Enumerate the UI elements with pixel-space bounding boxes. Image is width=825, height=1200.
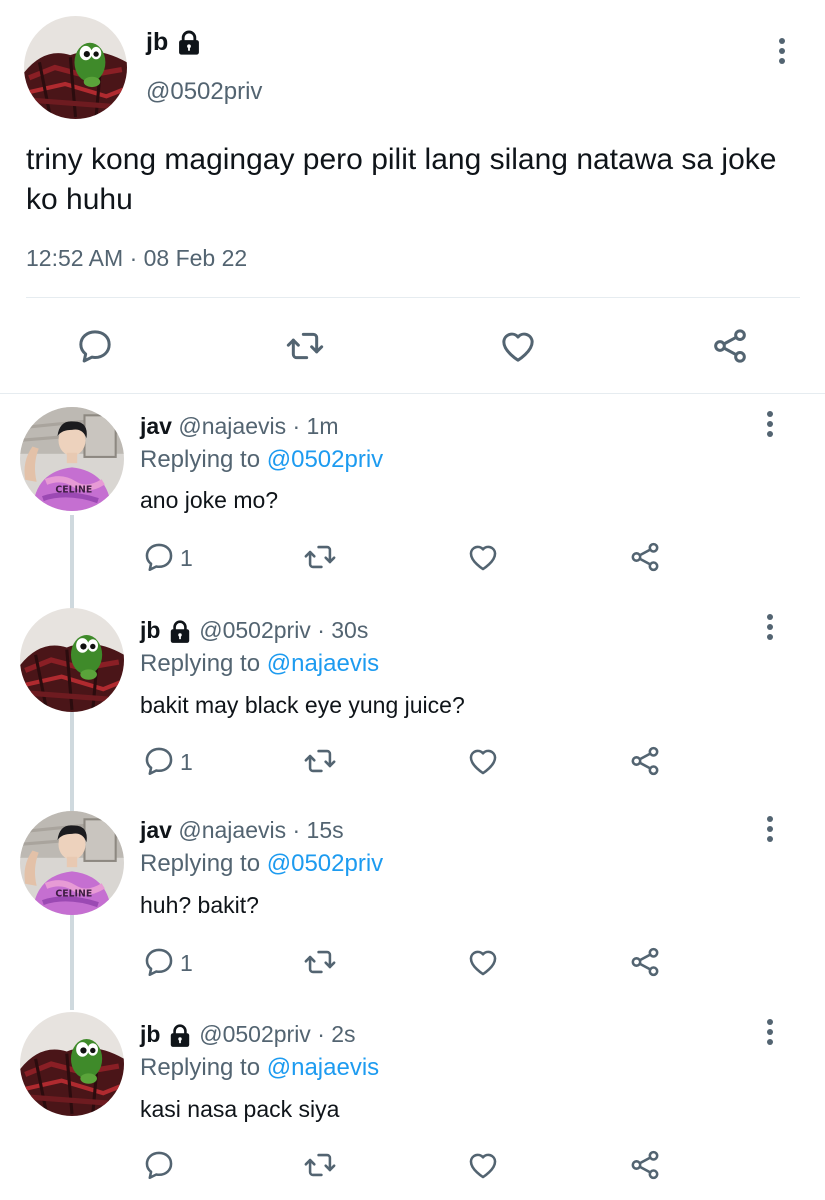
replying-to-link[interactable]: @0502priv	[267, 850, 383, 877]
share-icon[interactable]	[628, 1148, 662, 1182]
thread-line	[70, 515, 74, 1010]
author-handle[interactable]: @0502priv	[199, 617, 311, 643]
reply-time: · 1m	[292, 413, 339, 439]
reply-header: jav @najaevis · 15s	[140, 817, 344, 844]
reply-icon[interactable]	[142, 945, 176, 979]
lock-icon	[175, 29, 203, 57]
author-name[interactable]: jav	[140, 817, 172, 843]
share-icon[interactable]	[628, 744, 662, 778]
more-options-icon[interactable]	[765, 816, 775, 846]
avatar[interactable]	[20, 811, 124, 915]
replying-to: Replying to @najaevis	[140, 650, 379, 678]
reply-text: ano joke mo?	[140, 487, 279, 513]
replying-to-link[interactable]: @najaevis	[267, 650, 379, 677]
avatar[interactable]	[20, 1012, 124, 1116]
more-options-icon[interactable]	[765, 1019, 775, 1049]
more-options-icon[interactable]	[777, 38, 787, 68]
like-icon[interactable]	[498, 326, 538, 366]
reply-time: · 15s	[292, 817, 344, 843]
author-name[interactable]: jb	[140, 1021, 160, 1047]
divider	[0, 393, 825, 394]
reply-icon[interactable]	[75, 326, 115, 366]
retweet-icon[interactable]	[303, 1148, 337, 1182]
reply-header: jb @0502priv · 30s	[140, 617, 368, 645]
more-options-icon[interactable]	[765, 411, 775, 441]
like-icon[interactable]	[466, 945, 500, 979]
main-avatar[interactable]	[24, 16, 127, 119]
avatar[interactable]	[20, 608, 124, 712]
retweet-icon[interactable]	[303, 945, 337, 979]
author-name: jb	[146, 28, 169, 56]
reply-count: 1	[180, 545, 193, 571]
reply-icon[interactable]	[142, 744, 176, 778]
share-icon[interactable]	[710, 326, 750, 366]
retweet-icon[interactable]	[285, 326, 325, 366]
share-icon[interactable]	[628, 540, 662, 574]
author-handle[interactable]: @0502priv	[199, 1021, 311, 1047]
avatar[interactable]	[20, 407, 124, 511]
lock-icon	[167, 1023, 193, 1049]
main-tweet-text: triny kong magingay pero pilit lang sila…	[26, 143, 777, 216]
author-name[interactable]: jb	[140, 617, 160, 643]
replying-to: Replying to @najaevis	[140, 1054, 379, 1082]
reply-text: bakit may black eye yung juice?	[140, 692, 465, 718]
replying-to-label: Replying to	[140, 850, 261, 877]
replying-to-label: Replying to	[140, 650, 261, 677]
like-icon[interactable]	[466, 540, 500, 574]
reply-count: 1	[180, 950, 193, 976]
author-handle[interactable]: @najaevis	[178, 817, 286, 843]
reply-icon[interactable]	[142, 540, 176, 574]
author-handle[interactable]: @najaevis	[178, 413, 286, 439]
like-icon[interactable]	[466, 744, 500, 778]
reply-text: kasi nasa pack siya	[140, 1096, 340, 1122]
retweet-icon[interactable]	[303, 540, 337, 574]
reply-header: jav @najaevis · 1m	[140, 413, 339, 440]
reply-text: huh? bakit?	[140, 892, 259, 918]
replying-to: Replying to @0502priv	[140, 850, 383, 878]
author-name[interactable]: jav	[140, 413, 172, 439]
reply-time: · 2s	[317, 1021, 356, 1047]
share-icon[interactable]	[628, 945, 662, 979]
replying-to-label: Replying to	[140, 1054, 261, 1081]
more-options-icon[interactable]	[765, 614, 775, 644]
replying-to-label: Replying to	[140, 446, 261, 473]
divider	[26, 297, 800, 298]
reply-count: 1	[180, 749, 193, 775]
like-icon[interactable]	[466, 1148, 500, 1182]
main-author-handle[interactable]: @0502priv	[146, 78, 262, 106]
reply-time: · 30s	[317, 617, 369, 643]
replying-to-link[interactable]: @najaevis	[267, 1054, 379, 1081]
replying-to-link[interactable]: @0502priv	[267, 446, 383, 473]
replying-to: Replying to @0502priv	[140, 446, 383, 474]
reply-icon[interactable]	[142, 1148, 176, 1182]
main-tweet-timestamp[interactable]: 12:52 AM · 08 Feb 22	[26, 245, 247, 272]
lock-icon	[167, 619, 193, 645]
main-author-name[interactable]: jb	[146, 28, 203, 57]
retweet-icon[interactable]	[303, 744, 337, 778]
reply-header: jb @0502priv · 2s	[140, 1021, 356, 1049]
